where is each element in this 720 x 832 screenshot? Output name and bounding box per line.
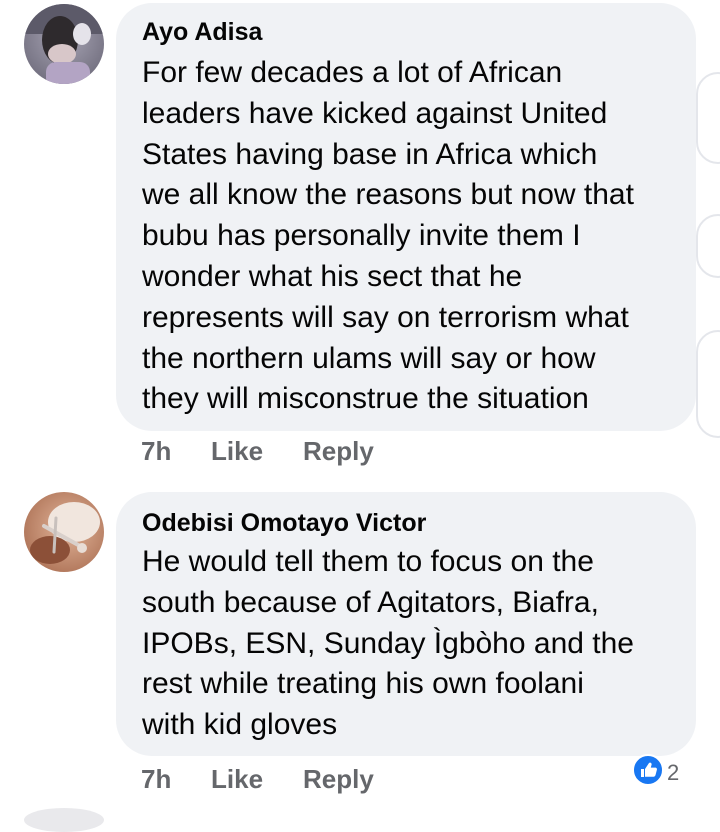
like-button[interactable]: Like <box>211 764 303 795</box>
reply-button[interactable]: Reply <box>303 436 374 467</box>
comment-text-line: wonder what his sect that he <box>142 259 523 293</box>
comment-text-line: leaders have kicked against United <box>142 96 608 130</box>
comment-actions: 7h Like Reply <box>141 762 374 796</box>
comment-author[interactable]: Ayo Adisa <box>142 17 678 47</box>
reaction-count: 2 <box>667 760 680 785</box>
comment-actions: 7h Like Reply <box>141 434 374 468</box>
reply-button[interactable]: Reply <box>303 764 374 795</box>
comment-text-line: IPOBs, ESN, Sunday Ìgbòho and the <box>142 626 634 660</box>
comment-text-line: south because of Agitators, Biafra, <box>142 585 599 619</box>
next-comment-avatar <box>24 808 104 832</box>
comment-text-line: represents will say on terrorism what <box>142 300 629 334</box>
comment-text-line: States having base in Africa which <box>142 137 598 171</box>
edge-card-top <box>696 72 720 164</box>
edge-card-middle <box>696 214 720 278</box>
comment-text: He would tell them to focus on the south… <box>142 542 678 746</box>
comment-text-line: they will misconstrue the situation <box>142 382 589 416</box>
comment-bubble: Odebisi Omotayo Victor He would tell the… <box>116 492 696 756</box>
like-button[interactable]: Like <box>211 436 303 467</box>
avatar[interactable] <box>24 4 104 84</box>
comment-text-line: He would tell them to focus on the <box>142 545 594 578</box>
comment-text-line: For few decades a lot of African <box>142 56 563 89</box>
reaction-summary[interactable]: 2 <box>632 754 679 792</box>
comment-bubble: Ayo Adisa For few decades a lot of Afric… <box>116 3 696 431</box>
comment-text-line: bubu has personally invite them I <box>142 219 581 253</box>
comment-author[interactable]: Odebisi Omotayo Victor <box>142 508 678 538</box>
comment-text-line: rest while treating his own foolani <box>142 667 584 701</box>
like-reaction-icon <box>632 754 664 792</box>
avatar[interactable] <box>24 492 104 572</box>
comment-text-line: we all know the reasons but now that <box>142 178 634 212</box>
edge-card-lower <box>696 330 720 438</box>
comment-timestamp[interactable]: 7h <box>141 436 211 467</box>
comment-timestamp[interactable]: 7h <box>141 764 211 795</box>
comment-text-line: the northern ulams will say or how <box>142 341 596 375</box>
comment-text-line: with kid gloves <box>142 708 338 742</box>
comment-text: For few decades a lot of African leaders… <box>142 53 678 420</box>
